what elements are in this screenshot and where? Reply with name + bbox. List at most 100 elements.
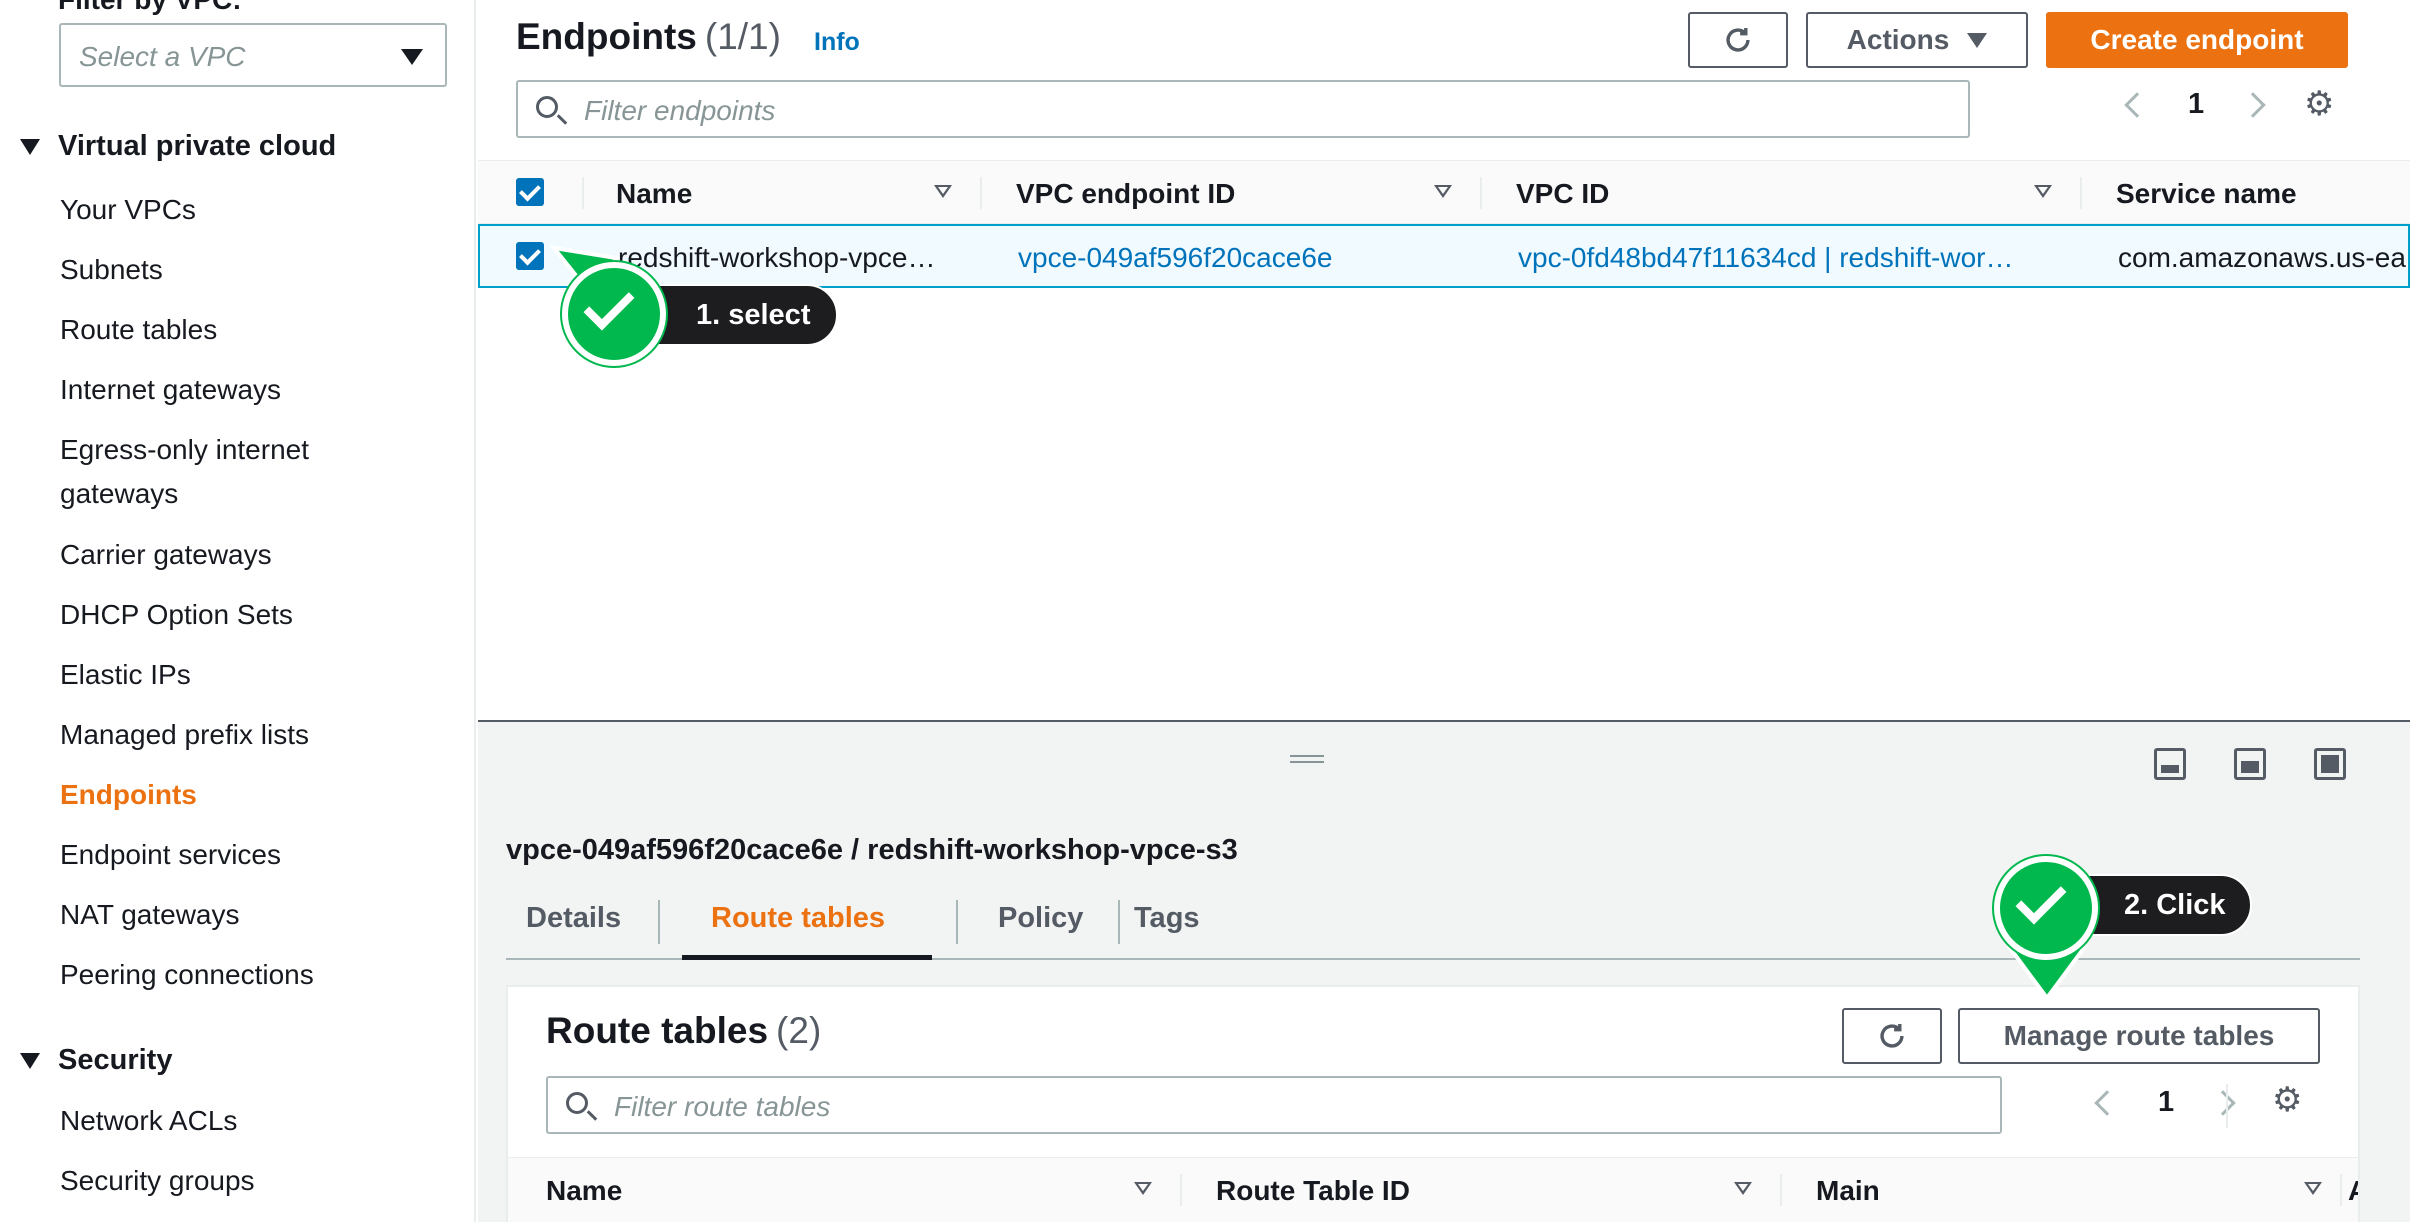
route-tables-table-header: Name Route Table ID Main A [508,1157,2358,1222]
section-title: Virtual private cloud [58,130,337,162]
column-header-name[interactable]: Name [546,1175,622,1207]
manage-route-tables-button[interactable]: Manage route tables [1958,1008,2320,1064]
filter-endpoints-input[interactable]: Filter endpoints [516,80,1970,138]
tab-policy[interactable]: Policy [998,902,1083,935]
step-1-check-icon [562,262,666,366]
settings-gear-icon[interactable]: ⚙ [2304,84,2334,124]
section-virtual-private-cloud[interactable]: Virtual private cloud [20,130,336,163]
refresh-icon [1880,1023,1904,1048]
caret-down-icon [20,138,40,155]
sidebar-item-endpoints[interactable]: Endpoints [60,773,197,817]
create-endpoint-button[interactable]: Create endpoint [2046,12,2348,68]
current-page[interactable]: 1 [2158,1086,2174,1119]
active-tab-indicator [682,955,932,960]
route-tables-pagination: 1 [2094,1086,2236,1119]
column-divider [2080,177,2082,209]
column-header-service-name[interactable]: Service name [2116,178,2297,210]
column-divider [2340,1174,2342,1206]
tab-route-tables[interactable]: Route tables [711,902,885,935]
sidebar-item-elastic-ips[interactable]: Elastic IPs [60,653,191,697]
column-divider [1180,1174,1182,1206]
sort-icon[interactable] [1134,1182,1152,1195]
refresh-icon [1726,27,1750,52]
actions-dropdown-button[interactable]: Actions [1806,12,2028,68]
layout-side-icon[interactable] [2234,748,2266,780]
column-header-endpoint-id[interactable]: VPC endpoint ID [1016,178,1235,210]
route-tables-title: Route tables (2) [546,1010,821,1052]
sort-icon[interactable] [1734,1182,1752,1195]
tab-divider [658,900,660,944]
filter-route-tables-input[interactable]: Filter route tables [546,1076,2002,1134]
row-checkbox[interactable] [516,242,544,270]
endpoint-name: redshift-workshop-vpce… [618,242,936,273]
layout-bottom-icon[interactable] [2154,748,2186,780]
next-page-icon[interactable] [2210,1089,2236,1116]
route-tables-count: (2) [776,1010,822,1051]
vpc-select-placeholder: Select a VPC [79,41,246,72]
sidebar-item-route-tables[interactable]: Route tables [60,308,217,352]
route-tables-title-text: Route tables [546,1010,769,1051]
vpc-console-page: Filter by VPC: Select a VPC Virtual priv… [0,0,2410,1222]
pagination: 1 [2124,88,2266,121]
refresh-button[interactable] [1688,12,1788,68]
column-divider [582,177,584,209]
column-header-vpc-id[interactable]: VPC ID [1516,178,1609,210]
vpc-id-link[interactable]: vpc-0fd48bd47f11634cd | redshift-wor… [1518,242,2013,274]
checkmark-icon [2015,873,2067,925]
caret-down-icon [1967,32,1988,48]
actions-label: Actions [1846,24,1950,55]
chevron-down-icon [401,49,423,65]
column-header-name[interactable]: Name [616,178,692,210]
route-tables-refresh-button[interactable] [1842,1008,1942,1064]
select-all-checkbox[interactable] [516,178,544,206]
filter-route-tables-placeholder: Filter route tables [614,1091,831,1122]
column-header-main[interactable]: Main [1816,1175,1880,1207]
sidebar-item-peering-connections[interactable]: Peering connections [60,953,314,997]
tab-tags[interactable]: Tags [1134,902,1200,935]
column-divider [980,177,982,209]
sort-icon[interactable] [2304,1182,2322,1195]
filter-endpoints-placeholder: Filter endpoints [584,95,776,126]
service-name: com.amazonaws.us-ea [2118,242,2406,273]
search-icon [536,96,558,118]
previous-page-icon[interactable] [2094,1089,2120,1116]
sidebar-item-managed-prefix-lists[interactable]: Managed prefix lists [60,713,309,757]
main-content: Endpoints (1/1) Info Actions Create endpo… [478,0,2410,1222]
sort-icon[interactable] [2034,185,2052,198]
tab-details[interactable]: Details [526,902,621,935]
endpoints-table-panel: Endpoints (1/1) Info Actions Create endpo… [478,0,2410,722]
vpc-sidebar: Filter by VPC: Select a VPC Virtual priv… [0,0,476,1222]
sidebar-item-subnets[interactable]: Subnets [60,248,163,292]
current-page[interactable]: 1 [2188,88,2204,121]
info-link[interactable]: Info [814,28,860,57]
tab-divider [1118,900,1120,944]
sidebar-item-nat-gateways[interactable]: NAT gateways [60,893,239,937]
split-panel-resize-handle[interactable] [1290,755,1324,763]
selection-count: (1/1) [704,16,781,57]
sort-icon[interactable] [1434,185,1452,198]
column-divider [2226,1084,2228,1128]
endpoint-id-link[interactable]: vpce-049af596f20cace6e [1018,242,1332,274]
vpc-filter-select[interactable]: Select a VPC [59,23,447,87]
settings-gear-icon[interactable]: ⚙ [2272,1080,2302,1120]
sort-icon[interactable] [934,185,952,198]
filter-by-vpc-label: Filter by VPC: [58,0,242,16]
column-header-route-table-id[interactable]: Route Table ID [1216,1175,1410,1207]
sidebar-item-endpoint-services[interactable]: Endpoint services [60,833,281,877]
caret-down-icon [20,1052,40,1069]
sidebar-item-your-vpcs[interactable]: Your VPCs [60,188,196,232]
column-header-truncated[interactable]: A [2348,1175,2358,1207]
sidebar-item-egress-only-gateways[interactable]: Egress-only internet [60,428,309,472]
sidebar-item-security-groups[interactable]: Security groups [60,1159,255,1203]
sidebar-item-egress-only-gateways-line2[interactable]: gateways [60,472,178,516]
sidebar-item-network-acls[interactable]: Network ACLs [60,1099,237,1143]
previous-page-icon[interactable] [2124,91,2150,118]
table-row[interactable]: redshift-workshop-vpce… vpce-049af596f20… [478,224,2410,288]
section-security[interactable]: Security [20,1044,172,1077]
sidebar-item-dhcp-option-sets[interactable]: DHCP Option Sets [60,593,293,637]
next-page-icon[interactable] [2240,91,2266,118]
sidebar-item-carrier-gateways[interactable]: Carrier gateways [60,533,272,577]
layout-full-icon[interactable] [2314,748,2346,780]
tab-divider [956,900,958,944]
sidebar-item-internet-gateways[interactable]: Internet gateways [60,368,281,412]
